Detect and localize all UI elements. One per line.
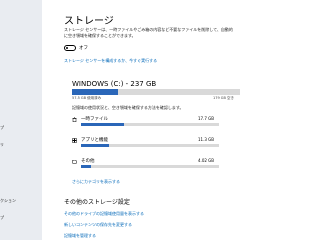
category-name: 一時ファイル <box>81 117 108 122</box>
storage-sense-description: ストレージ センサーは、一時ファイルやごみ箱の内容など不要なファイルを削除して、… <box>64 27 233 38</box>
configure-storage-sense-link[interactable]: ストレージ センサーを構成するか、今すぐ実行する <box>64 58 157 64</box>
category-size: 4.02 GB <box>198 158 215 163</box>
category-usage-bar <box>81 144 219 147</box>
category-usage-bar <box>81 165 219 168</box>
drive-usage-fill <box>72 89 119 95</box>
drive-usage-bar <box>72 89 240 95</box>
sidebar-item[interactable]: リ <box>0 142 42 148</box>
category-name: その他 <box>81 159 95 164</box>
category-other[interactable]: その他 4.02 GB <box>72 157 240 177</box>
more-settings-title: その他のストレージ設定 <box>64 199 130 206</box>
sidebar-item[interactable]: クション <box>0 198 42 204</box>
category-usage-fill <box>81 165 91 168</box>
change-save-location-link[interactable]: 新しいコンテンツの保存先を変更する <box>64 222 132 228</box>
manage-storage-link[interactable]: 記憶域を管理する <box>64 233 96 239</box>
storage-page: ストレージ ストレージ センサーは、一時ファイルやごみ箱の内容など不要なファイル… <box>57 0 240 240</box>
drive-usage-note: 記憶域の使用状況と、空き領域を確保する方法を確認します。 <box>72 105 184 110</box>
other-drives-usage-link[interactable]: その他のドライブの記憶域使用量を表示する <box>64 211 144 217</box>
page-title: ストレージ <box>64 16 114 27</box>
trash-icon <box>72 117 77 122</box>
apps-icon <box>72 138 77 143</box>
folder-icon <box>72 160 77 164</box>
toggle-knob <box>66 47 68 49</box>
category-size: 11.3 GB <box>198 137 215 142</box>
drive-title: WINDOWS (C:) - 237 GB <box>72 80 157 88</box>
toggle-state-label: オフ <box>79 46 88 51</box>
sidebar-item[interactable]: プ <box>0 125 42 131</box>
category-usage-fill <box>81 123 124 126</box>
sidebar-item[interactable]: プ <box>0 215 42 221</box>
category-apps[interactable]: アプリと機能 11.3 GB <box>72 136 240 156</box>
category-usage-fill <box>81 144 109 147</box>
settings-sidebar: プ リ クション プ <box>0 0 42 240</box>
category-size: 17.7 GB <box>198 116 215 121</box>
category-name: アプリと機能 <box>81 138 108 143</box>
category-temp-files[interactable]: 一時ファイル 17.7 GB <box>72 115 240 135</box>
drive-used-label: 57.5 GB 使用済み <box>72 96 102 100</box>
storage-sense-toggle[interactable] <box>64 45 76 51</box>
category-usage-bar <box>81 123 219 126</box>
show-more-categories-link[interactable]: さらにカテゴリを表示する <box>72 179 120 185</box>
drive-free-label: 179 GB 空き <box>213 96 235 100</box>
